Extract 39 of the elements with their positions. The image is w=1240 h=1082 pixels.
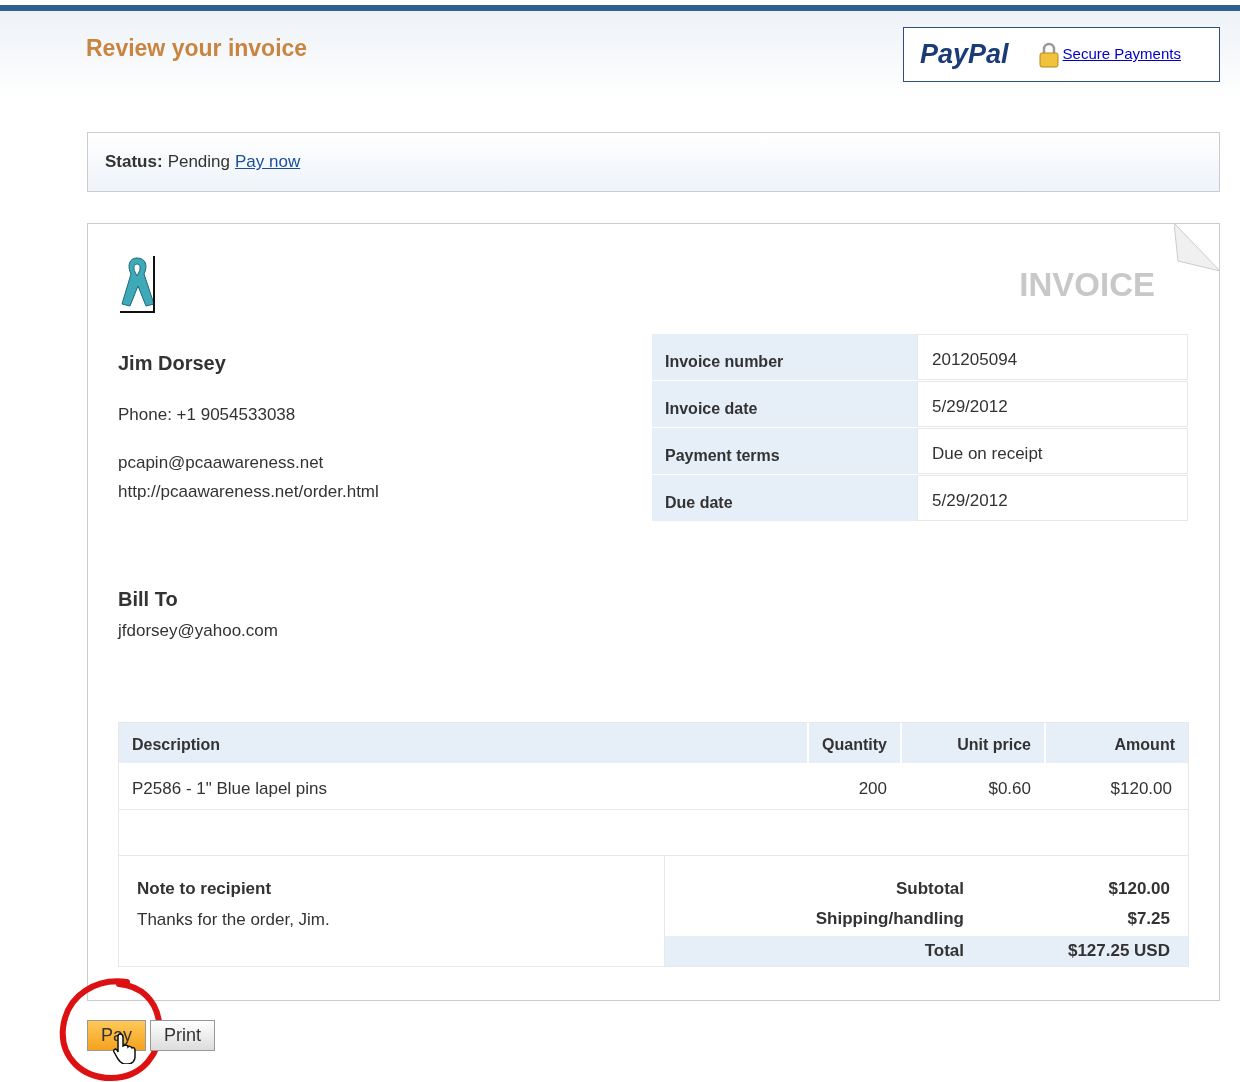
page-title: Review your invoice	[86, 34, 308, 63]
detail-label: Invoice date	[652, 381, 917, 427]
sender-website: http://pcaawareness.net/order.html	[118, 481, 379, 503]
table-cell-text: $120.00	[1109, 777, 1173, 800]
table-cell-text: 200	[857, 777, 888, 800]
bill-to-email: jfdorsey@yahoo.com	[118, 620, 279, 642]
detail-label: Payment terms	[652, 428, 917, 474]
bill-to-heading: Bill To	[118, 587, 179, 612]
secure-payments-link[interactable]: Secure Payments	[1062, 43, 1181, 66]
detail-value: 5/29/2012	[917, 381, 1188, 427]
table-cell-text: P2586 - 1" Blue lapel pins	[131, 777, 329, 800]
total-value: $120.00	[1107, 877, 1171, 900]
table-cell-text: $0.60	[987, 777, 1032, 800]
status-value: Pending	[167, 151, 230, 174]
sender-name: Jim Dorsey	[118, 351, 227, 376]
column-header: Quantity	[807, 722, 900, 763]
status-label: Status:	[105, 151, 163, 174]
column-header: Amount	[1044, 722, 1188, 763]
detail-value: 201205094	[917, 334, 1188, 380]
column-header: Unit price	[900, 722, 1044, 763]
detail-value: Due on receipt	[917, 428, 1188, 474]
sender-phone: Phone: +1 9054533038	[118, 404, 297, 426]
padlock-icon	[1038, 41, 1059, 68]
note-text: Thanks for the order, Jim.	[137, 909, 331, 931]
pay-now-link[interactable]: Pay now	[235, 149, 301, 175]
ribbon-logo-icon	[118, 254, 156, 314]
column-header: Description	[131, 734, 221, 755]
brand-logo: PayPal	[920, 38, 1009, 72]
action-button[interactable]: Print	[150, 1020, 216, 1051]
total-value: $127.25 USD	[1066, 939, 1171, 962]
sender-email: pcapin@pcaawareness.net	[118, 451, 325, 474]
detail-value: 5/29/2012	[917, 475, 1188, 521]
note-heading: Note to recipient	[137, 877, 273, 900]
total-label: Total	[923, 939, 964, 962]
detail-label: Due date	[652, 475, 917, 521]
total-label: Shipping/handling	[814, 907, 964, 930]
total-label: Subtotal	[895, 877, 964, 900]
total-value: $7.25	[1126, 907, 1171, 930]
detail-label: Invoice number	[652, 334, 917, 380]
